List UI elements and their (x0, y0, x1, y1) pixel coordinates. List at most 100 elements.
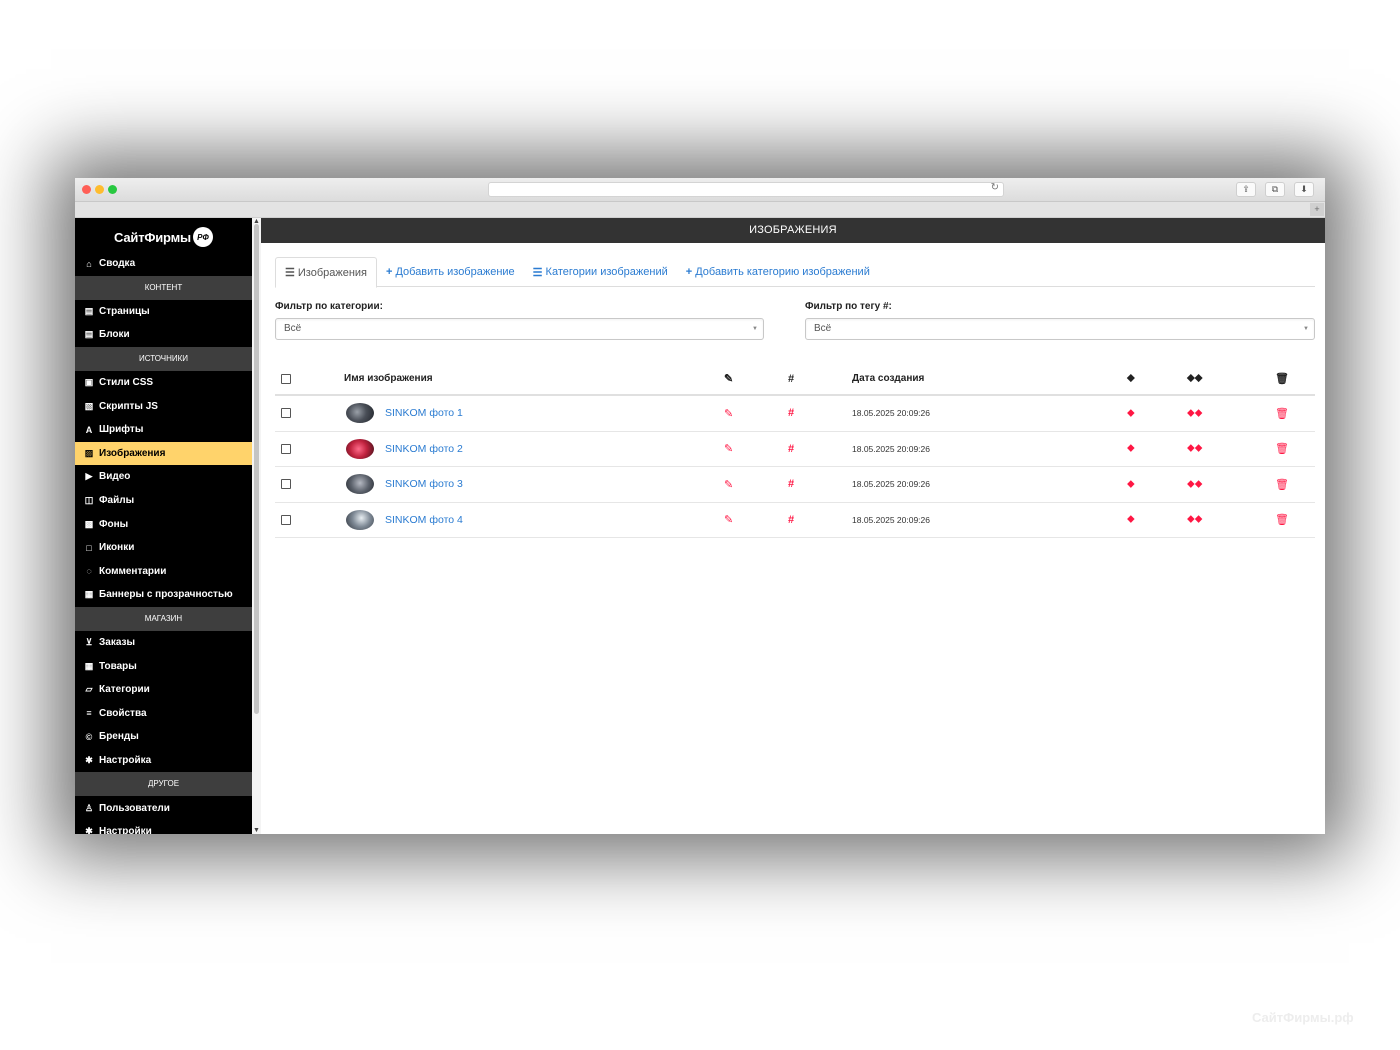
folder-icon: ▱ (85, 684, 93, 695)
sidebar-item[interactable]: A Шрифты (75, 418, 252, 442)
sidebar-item[interactable]: ▣ Стили CSS (75, 371, 252, 395)
category-filter: Фильтр по категории: Всё ▼ (275, 301, 764, 340)
sidebar-item-label: Свойства (99, 707, 147, 719)
picture-icon: ▩ (84, 518, 94, 529)
image-thumbnail[interactable] (346, 509, 374, 530)
scroll-down-icon[interactable]: ▼ (253, 827, 260, 834)
sidebar-item[interactable]: ▧ Скрипты JS (75, 394, 252, 418)
maximize-window-button[interactable] (108, 185, 117, 194)
trash-icon[interactable]: 🗑 (1275, 467, 1289, 502)
file-text-icon: ▤ (84, 305, 94, 316)
sidebar-scrollbar[interactable]: ▲ ▼ (252, 218, 261, 834)
sidebar-item[interactable]: ⊻ Заказы (75, 631, 252, 655)
tag-icon[interactable]: ⬥ (1127, 503, 1135, 538)
edit-icon[interactable]: ✎ (724, 432, 733, 467)
reload-icon[interactable]: ↻ (991, 182, 999, 193)
column-header-name[interactable]: Имя изображения (344, 363, 433, 394)
tag-icon[interactable]: ⬥ (1127, 467, 1135, 502)
edit-icon[interactable]: ✎ (724, 467, 733, 502)
share-icon[interactable]: ⇪ (1236, 182, 1256, 197)
select-all-checkbox[interactable] (281, 373, 291, 384)
tags-icon[interactable]: ⬥⬥ (1187, 503, 1202, 538)
tab-label: Изображения (297, 266, 368, 279)
sidebar-item[interactable]: ▶ Видео (75, 465, 252, 489)
hashtag-icon[interactable]: # (788, 432, 794, 467)
tag-icon[interactable]: ⬥ (1127, 396, 1135, 431)
trash-icon[interactable]: 🗑 (1275, 432, 1289, 467)
files-icon: ◫ (84, 495, 94, 506)
sidebar-item[interactable]: ▱ Категории (75, 678, 252, 702)
content-tab[interactable]: ☰ Изображения (275, 257, 378, 288)
sidebar-item[interactable]: ≡ Свойства (75, 702, 252, 726)
row-checkbox[interactable] (281, 514, 291, 525)
sidebar-item[interactable]: ▩ Фоны (75, 512, 252, 536)
image-thumbnail[interactable] (346, 403, 374, 424)
category-filter-label: Фильтр по категории: (275, 301, 383, 312)
edit-icon[interactable]: ✎ (724, 396, 733, 431)
trash-icon[interactable]: 🗑 (1275, 396, 1289, 431)
hashtag-icon[interactable]: # (788, 396, 794, 431)
new-tab-button[interactable]: + (1310, 203, 1324, 216)
image-thumbnail[interactable] (346, 474, 374, 495)
tags-column-icon: ⬥⬥ (1187, 372, 1203, 384)
content-tab[interactable]: ☰ Категории изображений (524, 257, 677, 287)
created-date: 18.05.2025 20:09:26 (852, 443, 930, 454)
category-filter-select[interactable]: Всё ▼ (275, 318, 764, 340)
address-bar[interactable]: ↻ (488, 182, 1004, 197)
row-checkbox[interactable] (281, 408, 291, 419)
category-filter-value: Всё (284, 323, 302, 334)
image-name-link[interactable]: SINKOM фото 1 (385, 407, 463, 419)
logo[interactable]: СайтФирмы РФ (75, 218, 252, 252)
sidebar-item[interactable]: □ Иконки (75, 536, 252, 560)
table-row: SINKOM фото 3 ✎ #18.05.2025 20:09:26 ⬥ ⬥⬥ 🗑 (275, 467, 1315, 503)
row-checkbox[interactable] (281, 479, 291, 490)
sidebar-item-label: Страницы (99, 305, 150, 317)
sidebar-item[interactable]: ✱ Настройка (75, 749, 252, 773)
gear-icon: ✱ (85, 754, 93, 765)
sidebar-item[interactable]: ◌ Комментарии (75, 560, 252, 584)
tags-icon[interactable]: ⬥⬥ (1187, 396, 1202, 431)
hashtag-icon[interactable]: # (788, 467, 794, 502)
tag-icon[interactable]: ⬥ (1127, 432, 1135, 467)
hashtag-icon[interactable]: # (788, 503, 794, 538)
minimize-window-button[interactable] (95, 185, 104, 194)
sidebar-item[interactable]: ✱ Настройки (75, 820, 252, 834)
content-tab[interactable]: + Добавить категорию изображений (677, 257, 879, 287)
scrollbar-thumb[interactable] (254, 224, 259, 714)
sidebar-item[interactable]: ▦ Баннеры с прозрачностью (75, 583, 252, 607)
sidebar-item-label: Пользователи (99, 802, 170, 814)
tags-icon[interactable]: ⬥⬥ (1187, 467, 1202, 502)
sidebar-item[interactable]: ▦ Товары (75, 654, 252, 678)
edit-icon[interactable]: ✎ (724, 503, 733, 538)
sidebar-item-label: Заказы (99, 637, 136, 649)
sidebar-section-header: ДРУГОЕ (75, 772, 252, 797)
tags-icon[interactable]: ⬥⬥ (1187, 432, 1202, 467)
page-title: ИЗОБРАЖЕНИЯ (261, 218, 1325, 243)
image-thumbnail[interactable] (346, 438, 374, 459)
sidebar-item-label: Настройки (99, 826, 152, 834)
sidebar-item[interactable]: ▨ Изображения (75, 441, 252, 466)
trash-icon[interactable]: 🗑 (1275, 503, 1289, 538)
sidebar-item[interactable]: ⌂ Сводка (75, 252, 252, 276)
css-icon: ▣ (84, 377, 94, 388)
sidebar-item[interactable]: ▤ Блоки (75, 323, 252, 347)
tag-filter-select[interactable]: Всё ▼ (805, 318, 1315, 340)
browser-window: ↻ ⇪ ⧉ ⬇ + СайтФирмы РФ ⌂ Сводка КОНТЕНТ ▤ Ст… (75, 178, 1325, 834)
chevron-down-icon: ▼ (1303, 326, 1309, 332)
column-header-date[interactable]: Дата создания (852, 363, 924, 394)
tab-label: Категории изображений (545, 266, 668, 278)
sidebar-item[interactable]: ▤ Страницы (75, 300, 252, 324)
image-name-link[interactable]: SINKOM фото 4 (385, 514, 463, 526)
tab-label: Добавить изображение (395, 266, 515, 278)
content-tab[interactable]: + Добавить изображение (377, 257, 524, 287)
grid-icon: ▦ (84, 660, 94, 671)
sidebar-item[interactable]: ◫ Файлы (75, 489, 252, 513)
row-checkbox[interactable] (281, 443, 291, 454)
download-icon[interactable]: ⬇ (1294, 182, 1314, 197)
image-name-link[interactable]: SINKOM фото 2 (385, 443, 463, 455)
close-window-button[interactable] (82, 185, 91, 194)
image-name-link[interactable]: SINKOM фото 3 (385, 478, 463, 490)
tabs-overview-icon[interactable]: ⧉ (1265, 182, 1285, 197)
sidebar-item[interactable]: ♙ Пользователи (75, 796, 252, 820)
sidebar-item[interactable]: © Бренды (75, 725, 252, 749)
